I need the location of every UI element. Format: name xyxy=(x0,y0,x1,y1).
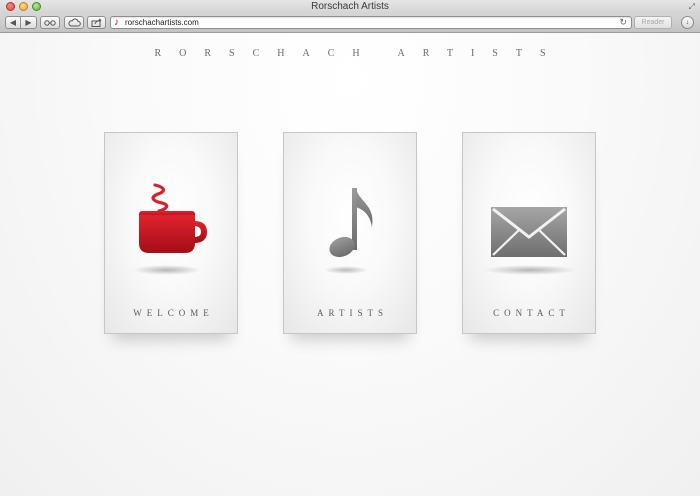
artists-label: ARTISTS xyxy=(317,308,388,318)
envelope-icon xyxy=(484,207,576,275)
site-title: RORSCHACH ARTISTS xyxy=(154,48,564,59)
share-button[interactable] xyxy=(87,16,106,29)
welcome-card[interactable]: WELCOME xyxy=(104,132,238,334)
forward-arrow-icon: ▶ xyxy=(25,18,32,27)
back-button[interactable]: ◀ xyxy=(5,16,21,29)
zoom-window-button[interactable] xyxy=(32,2,41,11)
fullscreen-icon[interactable]: ⤢ xyxy=(689,2,695,12)
title-bar: Rorschach Artists ⤢ xyxy=(0,0,700,14)
contact-label: CONTACT xyxy=(493,308,570,318)
forward-button[interactable]: ▶ xyxy=(21,16,37,29)
share-icon xyxy=(91,18,102,27)
site-favicon-icon: ♪ xyxy=(114,17,119,28)
cloud-icon xyxy=(67,18,81,27)
address-bar[interactable]: ♪ rorschachartists.com ↻ xyxy=(110,16,632,29)
page-content: RORSCHACH ARTISTS WELCOME ARTISTS CONTAC… xyxy=(0,33,700,496)
reading-list-button[interactable] xyxy=(40,16,60,29)
artists-card[interactable]: ARTISTS xyxy=(283,132,417,334)
download-icon: ↓ xyxy=(685,19,690,26)
icloud-tabs-button[interactable] xyxy=(64,16,84,29)
back-arrow-icon: ◀ xyxy=(9,18,17,27)
url-text: rorschachartists.com xyxy=(125,18,199,27)
welcome-label: WELCOME xyxy=(133,308,214,318)
reload-icon[interactable]: ↻ xyxy=(619,17,627,28)
browser-window: Rorschach Artists ⤢ ◀ ▶ ♪ rorschachartis… xyxy=(0,0,700,496)
window-title: Rorschach Artists xyxy=(311,1,389,12)
contact-card[interactable]: CONTACT xyxy=(462,132,596,334)
glasses-icon xyxy=(44,20,56,26)
music-note-icon xyxy=(324,188,373,274)
reader-button[interactable]: Reader xyxy=(634,16,672,29)
close-window-button[interactable] xyxy=(6,2,15,11)
downloads-button[interactable]: ↓ xyxy=(681,16,694,29)
browser-toolbar: ◀ ▶ ♪ rorschachartists.com ↻ Reader ↓ xyxy=(0,14,700,33)
minimize-window-button[interactable] xyxy=(19,2,28,11)
coffee-cup-icon xyxy=(133,183,207,275)
